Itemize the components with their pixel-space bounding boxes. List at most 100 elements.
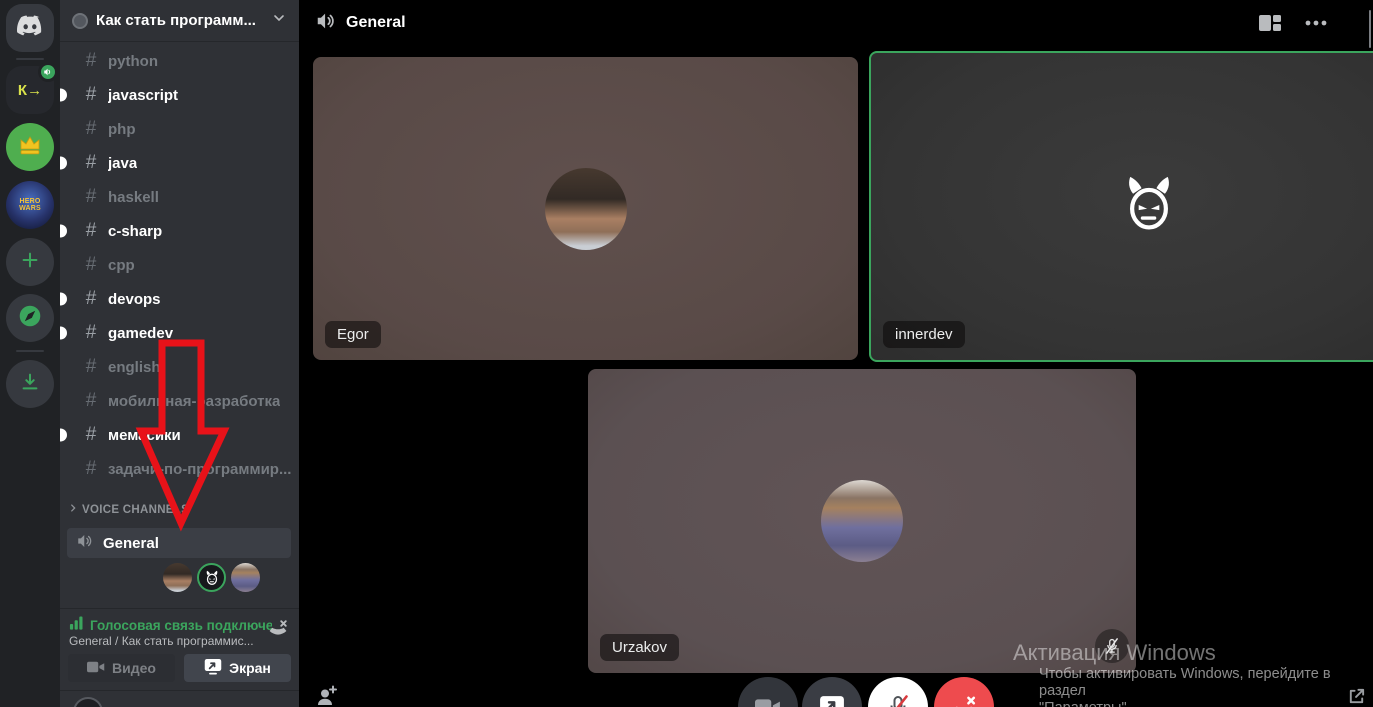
hash-icon: # — [85, 118, 97, 139]
download-icon — [19, 371, 41, 398]
channel-java[interactable]: # java — [60, 146, 299, 180]
explore-servers-button[interactable] — [6, 294, 54, 342]
unread-pill — [60, 224, 67, 238]
screen-share-toggle-button[interactable] — [802, 677, 862, 707]
participant-avatar-egor[interactable] — [163, 563, 192, 592]
channel-label: python — [108, 52, 158, 70]
channel-label: c-sharp — [108, 222, 163, 240]
channel-label: javascript — [108, 86, 179, 104]
screen-share-button[interactable]: Экран — [184, 654, 291, 682]
channel-label: мемасики — [108, 426, 181, 444]
grid-view-icon[interactable] — [1259, 14, 1281, 32]
devil-emoji-avatar — [1118, 174, 1180, 239]
channel-мемасики[interactable]: # мемасики — [60, 418, 299, 452]
discord-voice-call-window: К→ HERO WARS Как стать программ... # pyt… — [0, 0, 1373, 707]
server-icon-k[interactable]: К→ — [6, 62, 58, 114]
hash-icon: # — [85, 390, 97, 411]
channel-label: задачи-по-программир... — [108, 460, 292, 478]
hash-icon: # — [85, 458, 97, 479]
channel-php[interactable]: # php — [60, 112, 299, 146]
fullscreen-expand-icon[interactable] — [1347, 687, 1366, 707]
rail-divider — [16, 58, 44, 60]
unread-pill — [60, 292, 67, 306]
server-icon-herowars[interactable]: HERO WARS — [6, 181, 54, 229]
server-boost-badge-icon — [72, 12, 88, 29]
hash-icon: # — [85, 424, 97, 445]
download-apps-button[interactable] — [6, 360, 54, 408]
compass-icon — [17, 303, 43, 334]
hash-icon: # — [85, 220, 97, 241]
server-header[interactable]: Как стать программ... — [60, 0, 299, 42]
disconnect-call-button[interactable] — [934, 677, 994, 707]
video-tile-urzakov[interactable]: Urzakov — [588, 369, 1136, 673]
video-tile-innerdev[interactable]: innerdev — [869, 51, 1373, 362]
scrollbar-sliver[interactable] — [1369, 10, 1371, 48]
crown-icon — [17, 133, 43, 162]
user-avatar-partial[interactable] — [73, 697, 103, 707]
discord-logo-icon — [16, 15, 44, 42]
rail-divider — [16, 350, 44, 352]
disconnect-voice-button[interactable] — [267, 618, 289, 645]
discord-home-button[interactable] — [6, 4, 54, 52]
video-button[interactable]: Видео — [68, 654, 175, 682]
herowars-logo: HERO WARS — [19, 198, 41, 212]
channel-label: devops — [108, 290, 161, 308]
participant-name-pill: innerdev — [883, 321, 965, 348]
voice-participants — [163, 563, 260, 592]
camera-icon — [87, 660, 105, 677]
unread-pill — [60, 326, 67, 340]
channel-label: cpp — [108, 256, 135, 274]
screen-share-icon — [204, 658, 222, 678]
connection-status: Голосовая связь подключена — [69, 616, 272, 635]
add-person-icon[interactable] — [315, 684, 339, 707]
voice-connection-panel: Голосовая связь подключена General / Как… — [60, 608, 299, 707]
channel-c-sharp[interactable]: # c-sharp — [60, 214, 299, 248]
voice-channel-general[interactable]: General — [67, 528, 291, 558]
channel-задачи-по-программир...[interactable]: # задачи-по-программир... — [60, 452, 299, 486]
channel-javascript[interactable]: # javascript — [60, 78, 299, 112]
server-name: Как стать программ... — [96, 12, 256, 29]
connection-route: General / Как стать программис... — [69, 634, 254, 648]
call-stage: General Egor innerdev Urzakov Активация … — [299, 0, 1373, 707]
hash-icon: # — [85, 186, 97, 207]
voice-channels-section-header[interactable]: VOICE CHANNELS — [68, 503, 189, 516]
unread-pill — [60, 88, 67, 102]
speaker-icon — [315, 10, 337, 37]
signal-bars-icon — [69, 616, 84, 635]
mic-mute-button[interactable] — [868, 677, 928, 707]
more-options-icon[interactable] — [1305, 20, 1327, 26]
hash-icon: # — [85, 254, 97, 275]
channel-label: java — [108, 154, 138, 172]
hash-icon: # — [85, 322, 97, 343]
camera-toggle-button[interactable] — [738, 677, 798, 707]
add-server-button[interactable] — [6, 238, 54, 286]
divider — [60, 690, 299, 691]
participant-avatar-innerdev[interactable] — [197, 563, 226, 592]
channel-haskell[interactable]: # haskell — [60, 180, 299, 214]
channel-python[interactable]: # python — [60, 44, 299, 78]
channel-cpp[interactable]: # cpp — [60, 248, 299, 282]
channel-gamedev[interactable]: # gamedev — [60, 316, 299, 350]
channel-devops[interactable]: # devops — [60, 282, 299, 316]
channel-label: мобильная-разработка — [108, 392, 281, 410]
unread-pill — [60, 428, 67, 442]
channel-label: gamedev — [108, 324, 174, 342]
speaker-icon — [76, 532, 94, 554]
video-tile-egor[interactable]: Egor — [313, 57, 858, 360]
plus-icon — [19, 249, 41, 276]
call-header: General — [299, 0, 1373, 46]
connection-status-text: Голосовая связь подключена — [90, 618, 272, 633]
avatar-urzakov — [821, 480, 903, 562]
channel-list: # python # javascript # php # java # has… — [60, 44, 299, 486]
participant-avatar-urzakov[interactable] — [231, 563, 260, 592]
channel-label: english — [108, 358, 161, 376]
connection-buttons: Видео Экран — [68, 654, 291, 682]
hash-icon: # — [85, 356, 97, 377]
channel-мобильная-разработка[interactable]: # мобильная-разработка — [60, 384, 299, 418]
server-icon-crown[interactable] — [6, 123, 54, 171]
server-k-label: К→ — [17, 81, 43, 99]
channel-english[interactable]: # english — [60, 350, 299, 384]
participant-name-pill: Urzakov — [600, 634, 680, 661]
avatar-egor — [544, 167, 627, 250]
hash-icon: # — [85, 84, 97, 105]
